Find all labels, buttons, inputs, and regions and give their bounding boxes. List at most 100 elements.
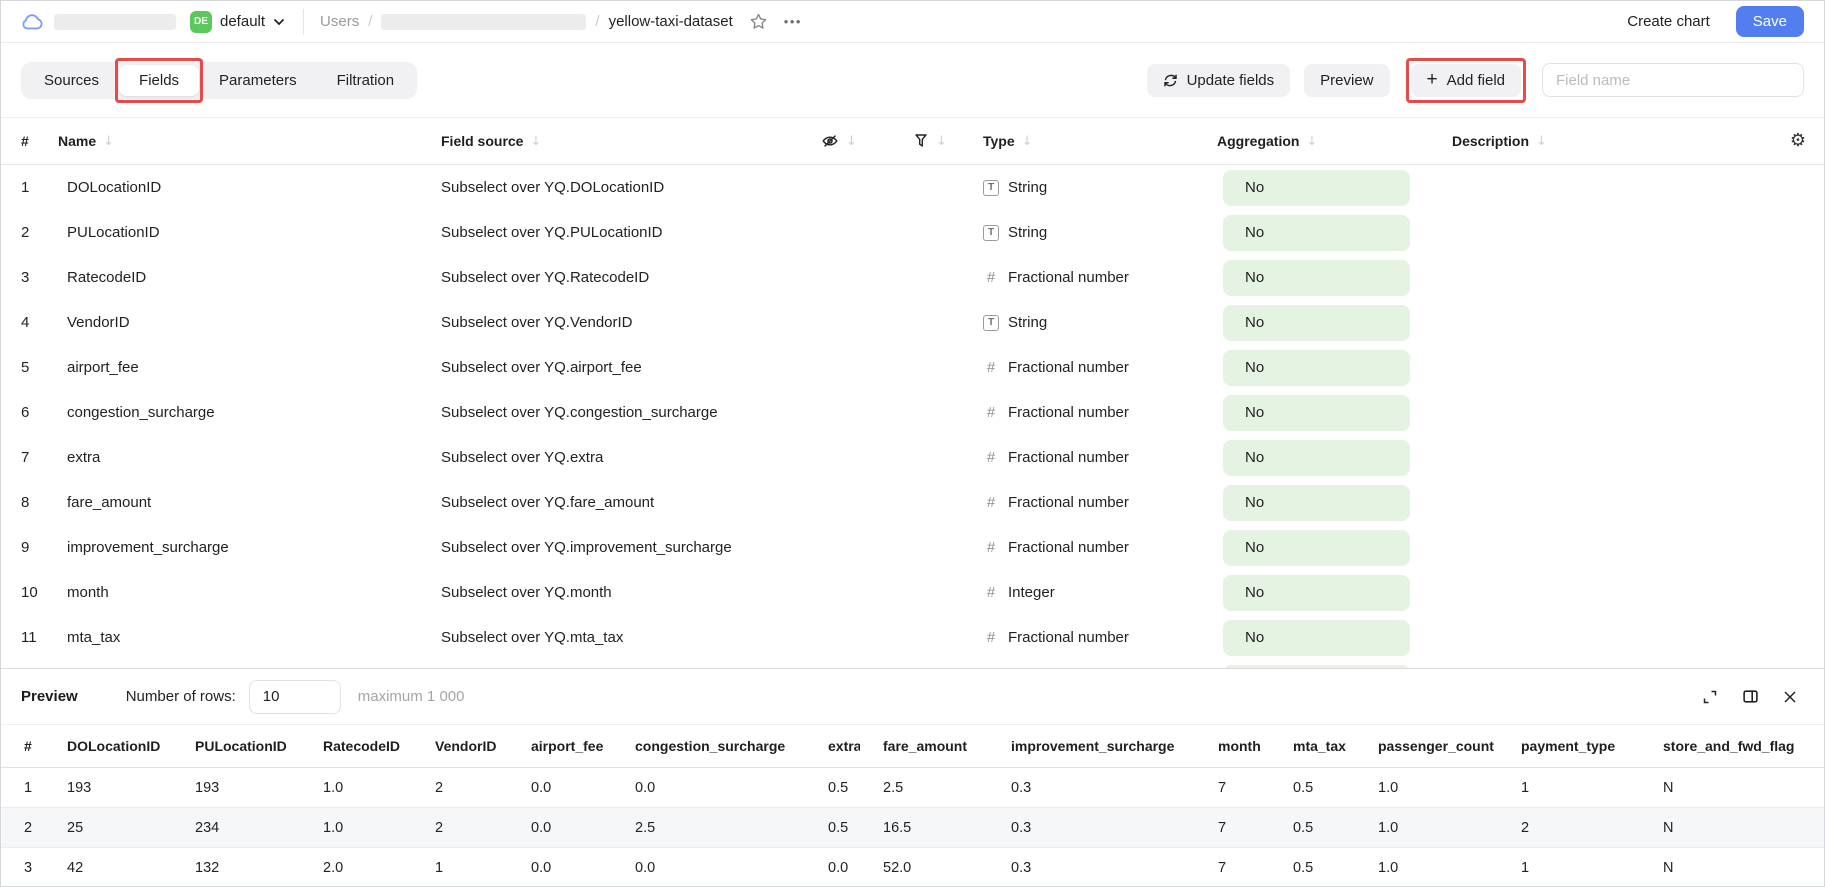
field-name: RatecodeID — [45, 269, 441, 286]
field-name: improvement_surcharge — [45, 539, 441, 556]
close-preview-button[interactable] — [1776, 683, 1804, 711]
number-of-rows-input[interactable] — [249, 680, 341, 714]
breadcrumb: Users / / yellow-taxi-dataset — [320, 13, 733, 30]
aggregation-select[interactable]: No — [1223, 530, 1410, 566]
preview-cell: 1.0 — [300, 808, 412, 848]
preview-data-table: #DOLocationIDPULocationIDRatecodeIDVendo… — [1, 724, 1825, 887]
add-field-button[interactable]: + Add field — [1411, 64, 1521, 97]
preview-col-header: store_and_fwd_flag — [1640, 725, 1825, 768]
field-row[interactable]: 1DOLocationIDSubselect over YQ.DOLocatio… — [1, 165, 1824, 210]
col-header-visibility[interactable]: ↓ — [821, 132, 913, 150]
col-header-field-source[interactable]: Field source ↓ — [441, 133, 821, 149]
field-row[interactable]: 6congestion_surchargeSubselect over YQ.c… — [1, 390, 1824, 435]
field-row-index: 11 — [1, 629, 45, 646]
update-fields-label: Update fields — [1187, 72, 1275, 89]
field-source: Subselect over YQ.VendorID — [441, 314, 821, 331]
preview-panel: Preview Number of rows: maximum 1 000 — [1, 668, 1824, 887]
field-row[interactable]: 11mta_taxSubselect over YQ.mta_tax#Fract… — [1, 615, 1824, 660]
number-type-icon: # — [983, 404, 999, 421]
field-name: DOLocationID — [45, 179, 441, 196]
sort-arrow-icon: ↓ — [1306, 134, 1317, 149]
top-bar: DE default Users / / yellow-taxi-dataset — [1, 1, 1824, 43]
aggregation-select[interactable]: No — [1223, 395, 1410, 431]
preview-cell: 2 — [1, 808, 44, 848]
field-type: #Fractional number — [983, 539, 1217, 556]
col-header-aggregation[interactable]: Aggregation ↓ — [1217, 133, 1452, 149]
cloud-logo-icon — [21, 13, 44, 30]
field-row[interactable]: 8fare_amountSubselect over YQ.fare_amoun… — [1, 480, 1824, 525]
aggregation-select[interactable]: No — [1223, 350, 1410, 386]
field-row[interactable]: 5airport_feeSubselect over YQ.airport_fe… — [1, 345, 1824, 390]
col-header-aggregation-label: Aggregation — [1217, 133, 1299, 149]
col-header-description-label: Description — [1452, 133, 1529, 149]
tab-parameters[interactable]: Parameters — [199, 65, 317, 96]
preview-col-header: fare_amount — [860, 725, 988, 768]
plus-icon: + — [1427, 73, 1438, 87]
dock-preview-button[interactable] — [1736, 683, 1764, 711]
aggregation-select[interactable]: No — [1223, 260, 1410, 296]
divider — [303, 9, 304, 35]
aggregation-select[interactable]: No — [1223, 485, 1410, 521]
expand-preview-button[interactable] — [1696, 683, 1724, 711]
tab-filtration[interactable]: Filtration — [317, 65, 415, 96]
preview-cell: 7 — [1195, 808, 1270, 848]
field-name-search-input[interactable] — [1542, 63, 1804, 97]
tab-fields[interactable]: Fields — [119, 65, 199, 96]
field-source: Subselect over YQ.improvement_surcharge — [441, 539, 821, 556]
tenant-switcher[interactable]: default — [220, 13, 285, 30]
field-type-label: String — [1008, 314, 1047, 331]
preview-header-row: #DOLocationIDPULocationIDRatecodeIDVendo… — [1, 725, 1825, 768]
tab-sources[interactable]: Sources — [24, 65, 119, 96]
field-row[interactable]: 3RatecodeIDSubselect over YQ.RatecodeID#… — [1, 255, 1824, 300]
breadcrumb-separator: / — [368, 13, 372, 30]
panel-right-icon — [1742, 688, 1759, 705]
preview-cell: 1 — [1498, 848, 1640, 887]
aggregation-select[interactable]: No — [1223, 575, 1410, 611]
col-header-name[interactable]: Name ↓ — [45, 133, 441, 149]
aggregation-select[interactable]: No — [1223, 215, 1410, 251]
col-header-description[interactable]: Description ↓ — [1452, 133, 1768, 149]
aggregation-select[interactable]: No — [1223, 170, 1410, 206]
field-aggregation-cell: No — [1217, 215, 1452, 251]
col-header-filter[interactable]: ↓ — [913, 133, 983, 149]
preview-col-header: passenger_count — [1355, 725, 1498, 768]
aggregation-select[interactable] — [1223, 665, 1410, 669]
aggregation-select[interactable]: No — [1223, 620, 1410, 656]
preview-cell: 234 — [172, 808, 300, 848]
preview-cell: 1 — [1498, 768, 1640, 808]
create-chart-button[interactable]: Create chart — [1627, 13, 1710, 30]
more-actions-button[interactable]: ••• — [782, 12, 804, 31]
expand-icon — [1702, 689, 1718, 705]
aggregation-select[interactable]: No — [1223, 440, 1410, 476]
preview-cell: 2 — [412, 768, 508, 808]
fields-table: # Name ↓ Field source ↓ ↓ — [1, 117, 1824, 668]
preview-toggle-button[interactable]: Preview — [1304, 64, 1389, 97]
save-button[interactable]: Save — [1736, 6, 1804, 37]
number-type-icon: # — [983, 494, 999, 511]
field-row[interactable]: 2PULocationIDSubselect over YQ.PULocatio… — [1, 210, 1824, 255]
field-row[interactable]: 7extraSubselect over YQ.extra#Fractional… — [1, 435, 1824, 480]
tenant-name-label: default — [220, 13, 265, 30]
preview-col-header: DOLocationID — [44, 725, 172, 768]
fields-table-body: 1DOLocationIDSubselect over YQ.DOLocatio… — [1, 165, 1824, 660]
preview-cell: 2.0 — [300, 848, 412, 887]
aggregation-select[interactable]: No — [1223, 305, 1410, 341]
preview-cell: 2.5 — [860, 768, 988, 808]
field-row[interactable]: 10monthSubselect over YQ.month#IntegerNo — [1, 570, 1824, 615]
redacted-breadcrumb-folder[interactable] — [381, 14, 586, 30]
breadcrumb-users[interactable]: Users — [320, 13, 359, 30]
field-aggregation-cell: No — [1217, 350, 1452, 386]
redacted-workspace-name[interactable] — [54, 14, 176, 30]
field-row-index: 5 — [1, 359, 45, 376]
field-source: Subselect over YQ.airport_fee — [441, 359, 821, 376]
field-row[interactable]: 9improvement_surchargeSubselect over YQ.… — [1, 525, 1824, 570]
gear-icon[interactable]: ⚙ — [1790, 132, 1806, 150]
preview-cell: 1.0 — [1355, 848, 1498, 887]
col-header-type[interactable]: Type ↓ — [983, 133, 1217, 149]
col-header-settings: ⚙ — [1768, 132, 1824, 150]
field-row[interactable]: 4VendorIDSubselect over YQ.VendorIDTStri… — [1, 300, 1824, 345]
update-fields-button[interactable]: Update fields — [1147, 64, 1291, 97]
favorite-button[interactable] — [747, 10, 770, 33]
field-row-index: 1 — [1, 179, 45, 196]
field-source: Subselect over YQ.mta_tax — [441, 629, 821, 646]
